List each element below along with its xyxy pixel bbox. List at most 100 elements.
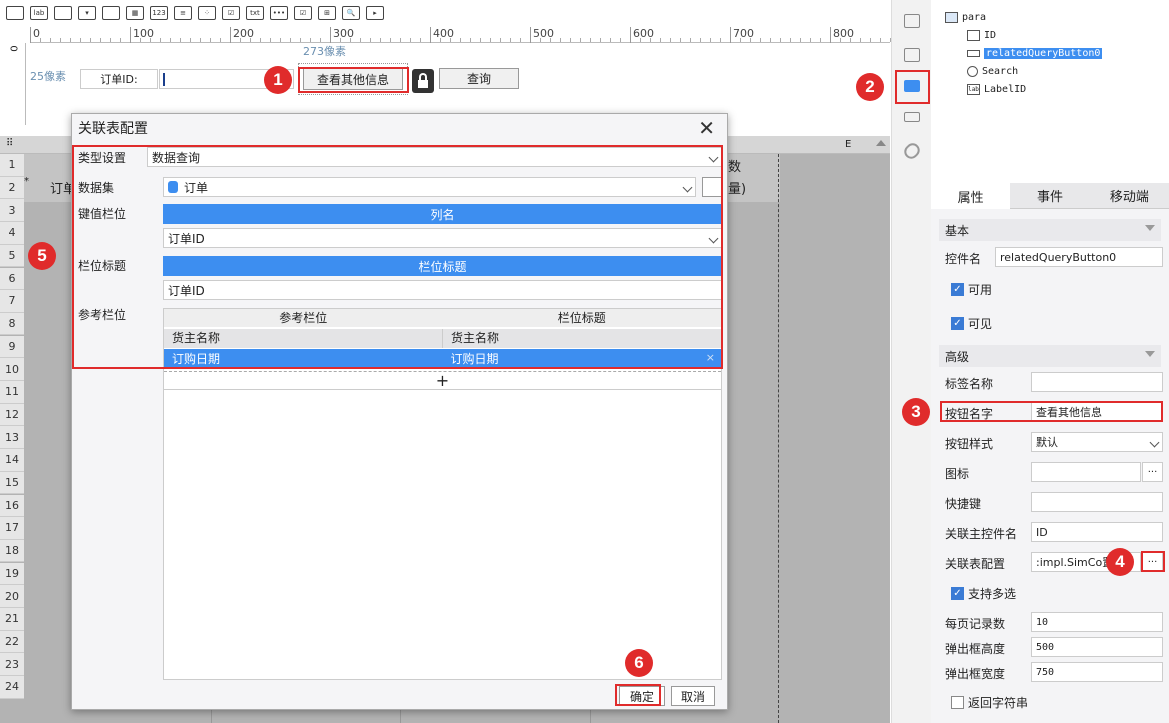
scroll-up-icon[interactable] (876, 140, 886, 146)
cancel-button[interactable]: 取消 (671, 686, 715, 706)
row-header[interactable]: 10 (0, 358, 24, 381)
row-header[interactable]: 8 (0, 312, 24, 336)
tree-icon[interactable]: ⊞ (318, 5, 336, 20)
ruler-minor-tick (460, 38, 461, 42)
radio-icon[interactable]: ⁘ (198, 5, 216, 20)
ruler-minor-tick (440, 38, 441, 42)
row-header[interactable]: 14 (0, 449, 24, 472)
tree-item-label-id[interactable]: lab LabelID (967, 81, 1026, 97)
close-icon[interactable]: ✕ (698, 116, 715, 140)
vertical-ruler-label: 0 (9, 45, 21, 52)
row-header[interactable]: 22 (0, 630, 24, 654)
tag-name-input[interactable] (1031, 372, 1163, 392)
link-icon[interactable] (901, 140, 923, 162)
row-header[interactable]: 18 (0, 539, 24, 563)
order-id-label: 订单ID: (80, 69, 158, 89)
row-header[interactable]: 12 (0, 403, 24, 427)
add-row-button[interactable]: + (164, 371, 721, 390)
textarea-icon[interactable]: ≡ (174, 5, 192, 20)
lock-icon[interactable] (412, 69, 434, 93)
ruler-minor-tick (200, 38, 201, 42)
enabled-checkbox[interactable]: ✓ 可用 (951, 281, 992, 298)
ruler-minor-tick (660, 38, 661, 42)
ruler-minor-tick (500, 38, 501, 42)
section-basic[interactable]: 基本 (939, 219, 1161, 241)
row-header[interactable]: 15 (0, 471, 24, 495)
tree-root[interactable]: para (945, 9, 986, 25)
popup-width-input[interactable]: 750 (1031, 662, 1163, 682)
checkbox-group-icon[interactable]: ☑ (222, 5, 240, 20)
button-style-select[interactable]: 默认 (1031, 432, 1163, 452)
widget-name-label: 控件名 (945, 252, 982, 266)
section-advanced-title: 高级 (945, 349, 970, 364)
icon-browse-button[interactable]: ··· (1142, 462, 1163, 482)
row-header[interactable]: 11 (0, 381, 24, 404)
badge-4: 4 (1106, 548, 1134, 576)
query-button[interactable]: 查询 (439, 68, 519, 89)
ruler-minor-tick (140, 38, 141, 42)
row-header[interactable]: 3 (0, 199, 24, 222)
hotkey-label: 快捷键 (945, 497, 982, 511)
popup-width-label: 弹出框宽度 (945, 667, 1006, 681)
tree-item-search[interactable]: Search (967, 63, 1018, 79)
number-icon[interactable]: 123 (150, 5, 168, 20)
tree-item-related-button[interactable]: relatedQueryButton0 (967, 45, 1103, 61)
search-icon[interactable]: 🔍 (342, 5, 360, 20)
icon-label: 图标 (945, 467, 970, 481)
widget-tree: para ID relatedQueryButton0 Search lab L… (931, 0, 1169, 183)
date-icon[interactable]: ▦ (126, 5, 144, 20)
main-widget-input[interactable]: ID (1031, 522, 1163, 542)
visible-checkbox[interactable]: ✓ 可见 (951, 315, 992, 332)
annotation-box-2 (895, 70, 930, 104)
label-icon[interactable]: lab (30, 5, 48, 20)
multi-select-checkbox[interactable]: ✓ 支持多选 (951, 585, 1016, 602)
row-header[interactable]: 21 (0, 608, 24, 631)
hotkey-input[interactable] (1031, 492, 1163, 512)
button-icon[interactable] (6, 5, 24, 20)
tab-events[interactable]: 事件 (1010, 183, 1090, 209)
page-records-input[interactable]: 10 (1031, 612, 1163, 632)
tab-mobile[interactable]: 移动端 (1089, 183, 1169, 209)
widget-name-input[interactable]: relatedQueryButton0 (995, 247, 1163, 267)
row-header[interactable]: 1 (0, 154, 24, 177)
cell-h1: 数 (728, 160, 742, 175)
dialog-title: 关联表配置 (78, 121, 148, 137)
textfield-icon[interactable] (54, 5, 72, 20)
popup-height-input[interactable]: 500 (1031, 637, 1163, 657)
row-header[interactable]: 6 (0, 267, 24, 291)
row-header[interactable]: 5 (0, 244, 24, 268)
row-header[interactable]: 16 (0, 494, 24, 518)
tag-name-label: 标签名称 (945, 377, 994, 391)
row-header[interactable]: 17 (0, 517, 24, 540)
icon-input[interactable] (1031, 462, 1141, 482)
row-header[interactable]: 13 (0, 426, 24, 449)
ruler-minor-tick (120, 38, 121, 42)
row-header[interactable]: 23 (0, 653, 24, 676)
ruler-minor-tick (760, 38, 761, 42)
tree-item-id[interactable]: ID (967, 27, 996, 43)
row-header[interactable]: 9 (0, 335, 24, 359)
dropdown-tree-icon[interactable] (102, 5, 120, 20)
row-header[interactable]: 19 (0, 562, 24, 586)
tab-properties[interactable]: 属性 (931, 183, 1011, 209)
layout-icon[interactable] (904, 112, 920, 122)
password-icon[interactable]: ••• (270, 5, 288, 20)
row-header[interactable]: 7 (0, 290, 24, 313)
ruler-minor-tick (810, 38, 811, 42)
ruler-minor-tick (800, 38, 801, 42)
ruler-minor-tick (550, 38, 551, 42)
more-icon[interactable]: ▸ (366, 5, 384, 20)
frame-icon[interactable] (904, 48, 920, 62)
return-string-checkbox[interactable]: 返回字符串 (951, 694, 1028, 711)
checkbox-icon[interactable]: ☑ (294, 5, 312, 20)
row-header[interactable]: 2 (0, 176, 24, 200)
page-records-label: 每页记录数 (945, 617, 1006, 631)
section-advanced[interactable]: 高级 (939, 345, 1161, 367)
combo-icon[interactable]: ▾ (78, 5, 96, 20)
row-header[interactable]: 4 (0, 222, 24, 245)
row-header[interactable]: 24 (0, 676, 24, 699)
multi-select-label: 支持多选 (968, 587, 1017, 601)
text-icon[interactable]: txt (246, 5, 264, 20)
widget-settings-icon[interactable] (904, 14, 920, 28)
row-header[interactable]: 20 (0, 585, 24, 608)
